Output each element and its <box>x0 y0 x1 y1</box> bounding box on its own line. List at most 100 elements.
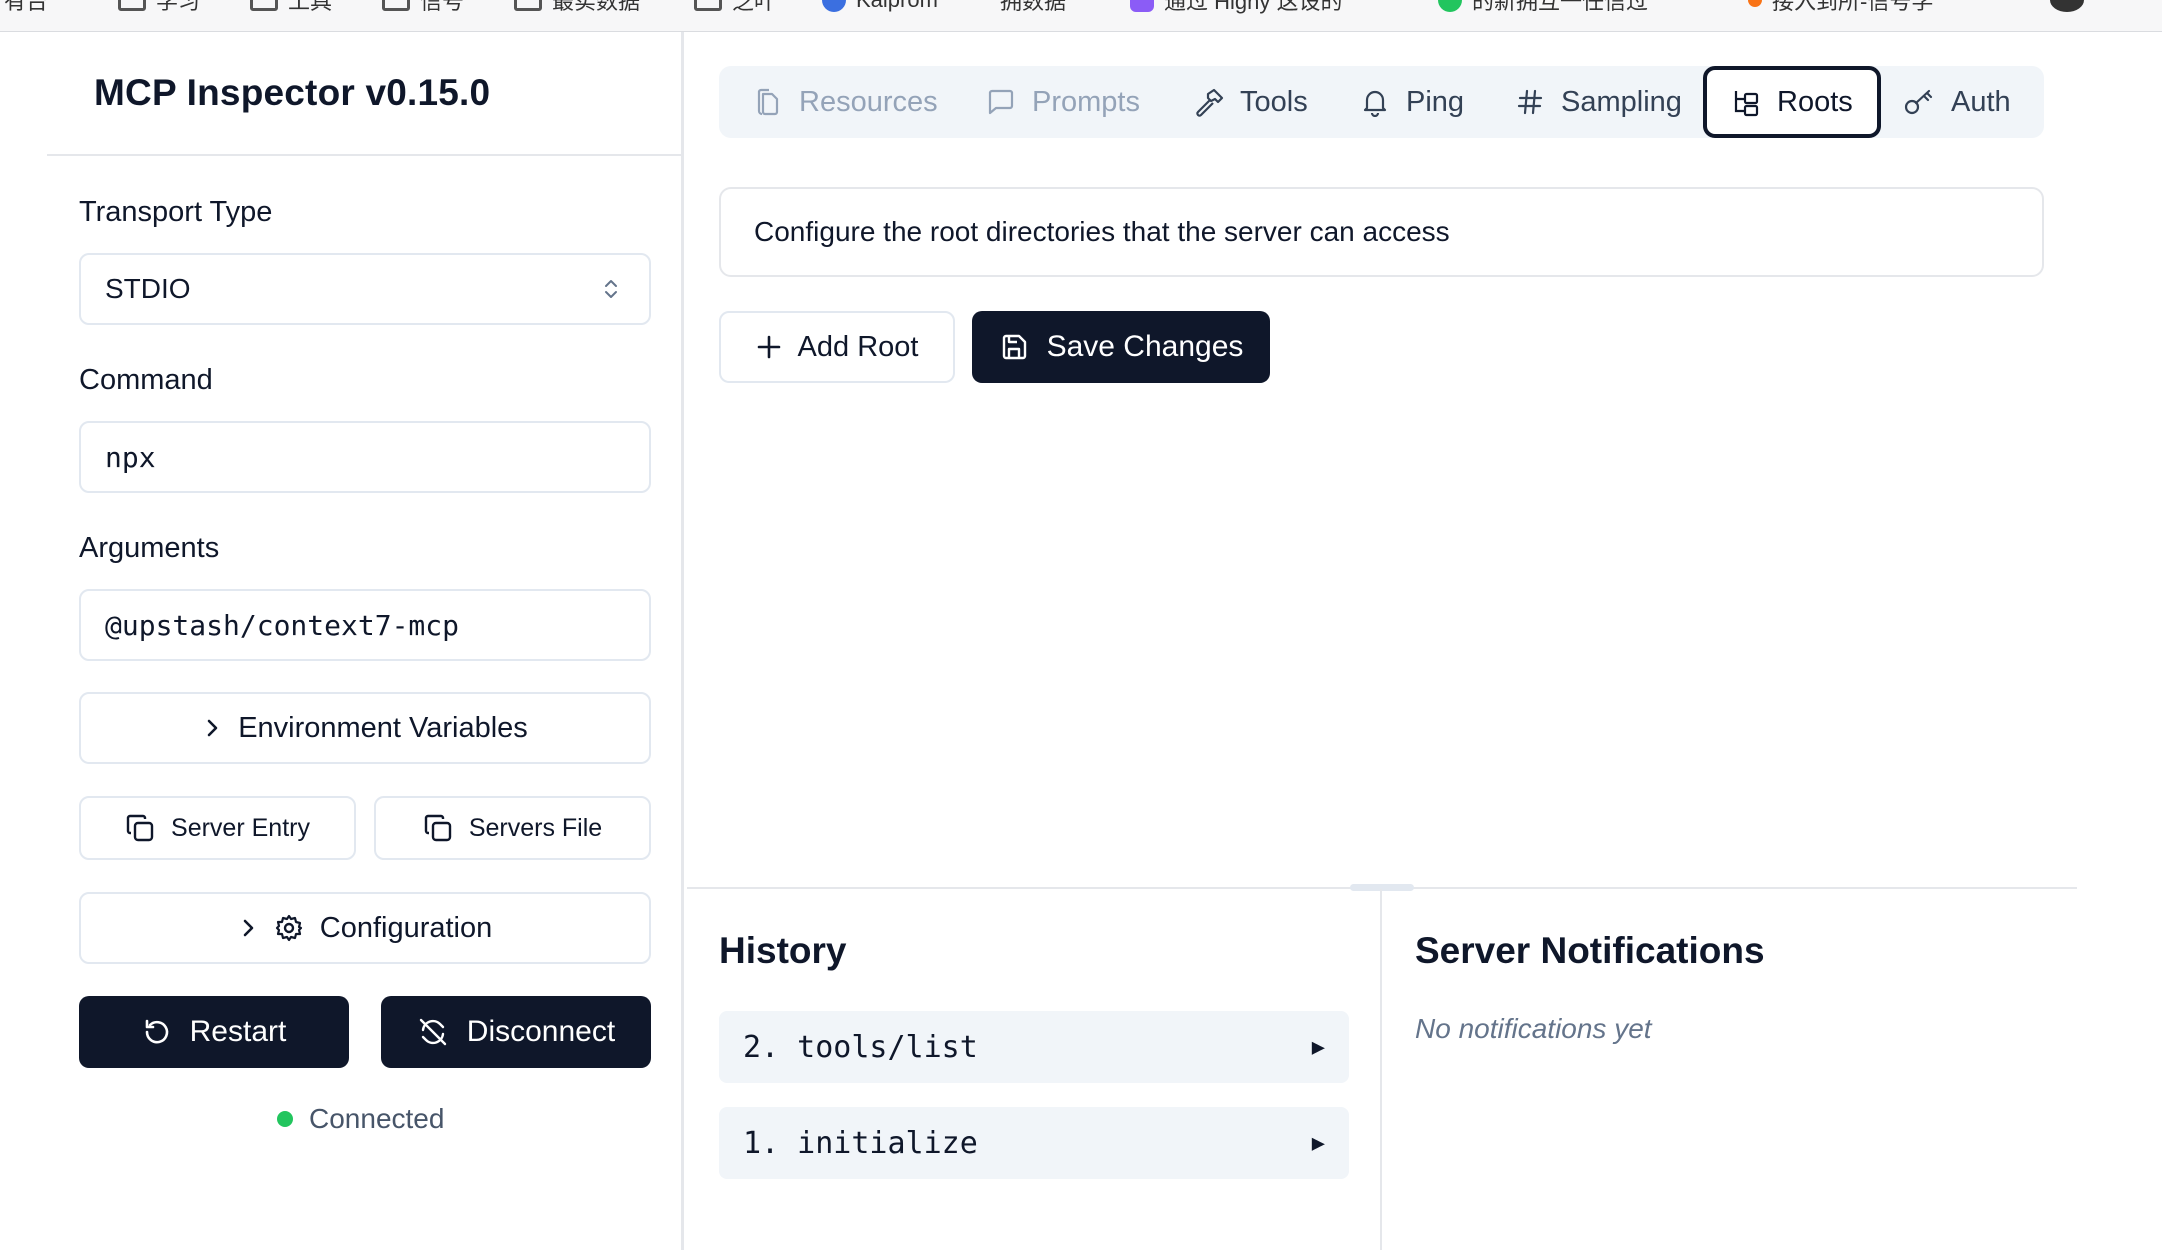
resize-handle[interactable] <box>1350 884 1414 891</box>
bookmark-label: 通过 Highy 这设的 <box>1164 0 1343 14</box>
avatar <box>2050 0 2084 12</box>
play-icon[interactable]: ▶ <box>1312 1035 1325 1060</box>
bookmark-label: 学习 <box>156 0 201 14</box>
chevron-right-icon <box>202 716 222 740</box>
command-input[interactable]: npx <box>79 421 651 493</box>
history-item[interactable]: 1. initialize ▶ <box>719 1107 1349 1179</box>
environment-variables-label: Environment Variables <box>238 711 528 744</box>
bookmark-item[interactable] <box>2050 0 2084 14</box>
server-entry-label: Server Entry <box>171 813 310 842</box>
tab-label: Sampling <box>1561 85 1682 118</box>
hammer-icon <box>1194 87 1224 117</box>
transport-type-value: STDIO <box>105 273 191 304</box>
folder-icon <box>514 0 542 11</box>
roots-description: Configure the root directories that the … <box>754 216 1450 247</box>
tab-tools[interactable]: Tools <box>1194 66 1308 138</box>
sidebar: MCP Inspector v0.15.0 Transport Type STD… <box>0 32 684 1250</box>
tab-resources[interactable]: Resources <box>753 66 938 138</box>
chevrons-up-down-icon <box>603 277 619 301</box>
pane-divider <box>1380 889 1382 1250</box>
servers-file-button[interactable]: Servers File <box>374 796 651 860</box>
folder-icon <box>118 0 146 11</box>
message-square-icon <box>986 87 1016 117</box>
server-notifications-title: Server Notifications <box>1415 930 1765 971</box>
connection-status: Connected <box>277 1103 444 1135</box>
chevron-right-icon <box>238 916 258 940</box>
add-root-label: Add Root <box>797 330 919 363</box>
bookmark-item[interactable]: 的新拥互一任信过 <box>1438 0 1648 14</box>
refresh-off-icon <box>417 1016 449 1048</box>
tab-auth[interactable]: Auth <box>1903 66 2011 138</box>
disconnect-button[interactable]: Disconnect <box>381 996 651 1068</box>
no-notifications-text: No notifications yet <box>1415 1013 1652 1044</box>
key-icon <box>1903 87 1935 117</box>
tab-label: Roots <box>1777 85 1853 118</box>
arguments-value: @upstash/context7-mcp <box>105 608 460 642</box>
bookmark-item[interactable]: 接入到所-信号学 <box>1748 0 1933 14</box>
plus-icon <box>756 334 782 360</box>
site-favicon-icon <box>822 0 846 12</box>
history-item[interactable]: 2. tools/list ▶ <box>719 1011 1349 1083</box>
tab-label: Resources <box>799 85 938 118</box>
folder-icon <box>382 0 410 11</box>
rotate-ccw-icon <box>142 1017 172 1047</box>
site-favicon-icon <box>1748 0 1762 7</box>
servers-file-label: Servers File <box>468 813 603 842</box>
gear-icon <box>274 913 304 943</box>
command-value: npx <box>105 440 156 474</box>
bookmark-item[interactable]: 工具 <box>250 0 332 14</box>
tab-label: Ping <box>1406 85 1465 118</box>
bookmark-label: 的新拥互一任信过 <box>1472 0 1649 14</box>
save-changes-button[interactable]: Save Changes <box>972 311 1270 383</box>
status-text: Connected <box>309 1103 445 1134</box>
files-icon <box>753 87 783 117</box>
tab-ping[interactable]: Ping <box>1360 66 1464 138</box>
folder-icon <box>694 0 722 11</box>
history-item-label: 1. initialize <box>743 1125 978 1161</box>
bookmark-label: 信号 <box>420 0 465 14</box>
bookmark-label: Kaiprom <box>856 0 938 13</box>
hash-icon <box>1515 87 1545 117</box>
configuration-button[interactable]: Configuration <box>79 892 651 964</box>
tab-prompts[interactable]: Prompts <box>986 66 1140 138</box>
transport-type-label: Transport Type <box>79 196 273 228</box>
transport-type-select[interactable]: STDIO <box>79 253 651 325</box>
history-item-label: 2. tools/list <box>743 1029 978 1065</box>
tab-label: Auth <box>1951 85 2011 118</box>
environment-variables-button[interactable]: Environment Variables <box>79 692 651 764</box>
bookmark-item[interactable]: 芝叶 <box>694 0 776 14</box>
browser-bookmarks-bar: 有台 学习 工具 信号 最实数据 芝叶 Kaiprom 拥数据 通过 Highy… <box>0 0 2162 32</box>
add-root-button[interactable]: Add Root <box>719 311 955 383</box>
history-title: History <box>719 930 847 971</box>
arguments-label: Arguments <box>79 532 220 564</box>
restart-label: Restart <box>189 1015 287 1048</box>
bookmark-item[interactable]: 最实数据 <box>514 0 640 14</box>
tab-bar: Resources Prompts Tools Ping Sampling Ro… <box>719 66 2044 138</box>
disconnect-label: Disconnect <box>466 1015 616 1048</box>
command-label: Command <box>79 364 213 396</box>
bookmark-item[interactable]: 拥数据 <box>1000 0 1066 14</box>
server-entry-button[interactable]: Server Entry <box>79 796 356 860</box>
bookmark-label: 接入到所-信号学 <box>1772 0 1934 14</box>
bookmark-item[interactable]: 信号 <box>382 0 464 14</box>
bookmark-label: 有台 <box>4 0 49 14</box>
status-dot <box>277 1111 293 1127</box>
copy-icon <box>125 813 155 843</box>
bookmark-label: 芝叶 <box>732 0 777 14</box>
bookmark-item[interactable]: 学习 <box>118 0 200 14</box>
bookmark-item[interactable]: 通过 Highy 这设的 <box>1130 0 1342 14</box>
bookmark-item[interactable]: Kaiprom <box>822 0 938 14</box>
arguments-input[interactable]: @upstash/context7-mcp <box>79 589 651 661</box>
app-title: MCP Inspector v0.15.0 <box>94 72 491 113</box>
tab-roots[interactable]: Roots <box>1703 66 1881 138</box>
bookmark-label: 最实数据 <box>552 0 641 14</box>
sidebar-divider <box>47 154 684 156</box>
bookmark-item[interactable]: 有台 <box>4 0 48 14</box>
folder-icon <box>250 0 278 11</box>
restart-button[interactable]: Restart <box>79 996 349 1068</box>
tab-label: Tools <box>1240 85 1308 118</box>
play-icon[interactable]: ▶ <box>1312 1131 1325 1156</box>
save-changes-label: Save Changes <box>1046 330 1244 363</box>
tab-sampling[interactable]: Sampling <box>1515 66 1682 138</box>
tab-label: Prompts <box>1032 85 1140 118</box>
